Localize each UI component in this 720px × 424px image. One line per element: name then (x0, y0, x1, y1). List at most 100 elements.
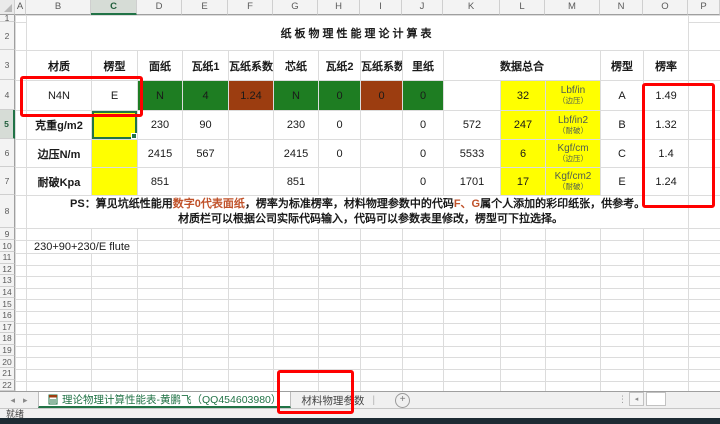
empty-cell[interactable] (444, 229, 501, 241)
cell-F5[interactable] (229, 111, 274, 140)
empty-cell[interactable] (601, 381, 644, 391)
empty-cell[interactable] (274, 288, 319, 300)
empty-cell[interactable] (92, 358, 138, 370)
empty-cell[interactable] (546, 311, 601, 323)
empty-cell[interactable] (644, 300, 689, 312)
empty-cell[interactable] (92, 346, 138, 358)
empty-cell[interactable] (689, 140, 720, 168)
empty-cell[interactable] (403, 358, 444, 370)
row-header-3[interactable]: 3 (0, 50, 15, 80)
empty-cell[interactable] (689, 358, 720, 370)
empty-cell[interactable] (361, 358, 403, 370)
empty-cell[interactable] (229, 300, 274, 312)
row-header-13[interactable]: 13 (0, 275, 15, 287)
cell-B10[interactable]: 230+90+230/E flute (27, 241, 138, 254)
column-header-g[interactable]: G (273, 0, 318, 15)
scrollbar-thumb[interactable] (646, 392, 666, 406)
cell-M6[interactable]: Kgf/cm（边压） (546, 140, 601, 168)
empty-cell[interactable] (689, 265, 720, 277)
empty-cell[interactable] (546, 229, 601, 241)
empty-cell[interactable] (501, 346, 546, 358)
empty-cell[interactable] (403, 300, 444, 312)
row-header-9[interactable]: 9 (0, 228, 15, 240)
empty-cell[interactable] (601, 300, 644, 312)
empty-cell[interactable] (501, 323, 546, 335)
empty-cell[interactable] (92, 369, 138, 381)
empty-cell[interactable] (16, 16, 27, 23)
column-header-a[interactable]: A (15, 0, 26, 15)
cell-O5[interactable]: 1.32 (644, 111, 689, 140)
cell-K3-data-total-header[interactable]: 数据总合 (444, 51, 601, 81)
empty-cell[interactable] (16, 288, 27, 300)
empty-cell[interactable] (138, 300, 183, 312)
empty-cell[interactable] (689, 300, 720, 312)
cell-D3-face-header[interactable]: 面纸 (138, 51, 183, 81)
cell-C5-selected[interactable] (92, 111, 138, 140)
cell-H7[interactable] (319, 168, 361, 196)
empty-cell[interactable] (27, 346, 92, 358)
empty-cell[interactable] (27, 335, 92, 347)
row-header-16[interactable]: 16 (0, 310, 15, 322)
empty-cell[interactable] (644, 381, 689, 391)
empty-cell[interactable] (501, 288, 546, 300)
empty-cell[interactable] (229, 288, 274, 300)
empty-cell[interactable] (601, 358, 644, 370)
cell-L4[interactable]: 32 (501, 81, 546, 111)
cell-H4[interactable]: 0 (319, 81, 361, 111)
column-header-p[interactable]: P (688, 0, 720, 15)
empty-cell[interactable] (601, 311, 644, 323)
cell-G5[interactable]: 230 (274, 111, 319, 140)
empty-cell[interactable] (229, 346, 274, 358)
empty-cell[interactable] (138, 323, 183, 335)
empty-cell[interactable] (689, 23, 720, 51)
empty-cell[interactable] (689, 381, 720, 391)
empty-cell[interactable] (16, 241, 27, 254)
empty-cell[interactable] (644, 369, 689, 381)
empty-cell[interactable] (319, 265, 361, 277)
empty-cell[interactable] (319, 254, 361, 266)
sheet-title[interactable]: 纸板物理性能理论计算表 (27, 16, 689, 51)
new-sheet-button[interactable]: + (395, 393, 410, 408)
cell-N6[interactable]: C (601, 140, 644, 168)
empty-cell[interactable] (444, 311, 501, 323)
cell-C6[interactable] (92, 140, 138, 168)
row-header-14[interactable]: 14 (0, 287, 15, 299)
empty-cell[interactable] (16, 51, 27, 81)
cell-K5[interactable]: 572 (444, 111, 501, 140)
empty-cell[interactable] (183, 254, 229, 266)
empty-cell[interactable] (689, 111, 720, 140)
row-header-8[interactable]: 8 (0, 195, 15, 228)
empty-cell[interactable] (601, 241, 644, 254)
empty-cell[interactable] (689, 323, 720, 335)
tab-scroll-right-icon[interactable]: ▸ (23, 395, 28, 406)
empty-cell[interactable] (138, 369, 183, 381)
cell-O7[interactable]: 1.24 (644, 168, 689, 196)
empty-cell[interactable] (138, 229, 183, 241)
select-all-button[interactable] (0, 0, 15, 15)
cell-B6[interactable]: 边压N/m (27, 140, 92, 168)
row-header-4[interactable]: 4 (0, 80, 15, 110)
empty-cell[interactable] (644, 265, 689, 277)
empty-cell[interactable] (361, 381, 403, 391)
empty-cell[interactable] (27, 277, 92, 289)
column-header-j[interactable]: J (402, 0, 443, 15)
empty-cell[interactable] (16, 369, 27, 381)
empty-cell[interactable] (92, 381, 138, 391)
empty-cell[interactable] (689, 254, 720, 266)
row-header-21[interactable]: 21 (0, 368, 15, 380)
empty-cell[interactable] (444, 241, 501, 254)
empty-cell[interactable] (27, 358, 92, 370)
empty-cell[interactable] (689, 241, 720, 254)
empty-cell[interactable] (689, 311, 720, 323)
cell-H3-corrugating2-header[interactable]: 瓦纸2 (319, 51, 361, 81)
empty-cell[interactable] (403, 229, 444, 241)
cell-G4[interactable]: N (274, 81, 319, 111)
row-header-11[interactable]: 11 (0, 252, 15, 264)
cell-B5[interactable]: 克重g/m2 (27, 111, 92, 140)
empty-cell[interactable] (138, 277, 183, 289)
empty-cell[interactable] (546, 381, 601, 391)
empty-cell[interactable] (92, 254, 138, 266)
cell-J6[interactable]: 0 (403, 140, 444, 168)
empty-cell[interactable] (16, 254, 27, 266)
fill-handle[interactable] (131, 133, 137, 139)
